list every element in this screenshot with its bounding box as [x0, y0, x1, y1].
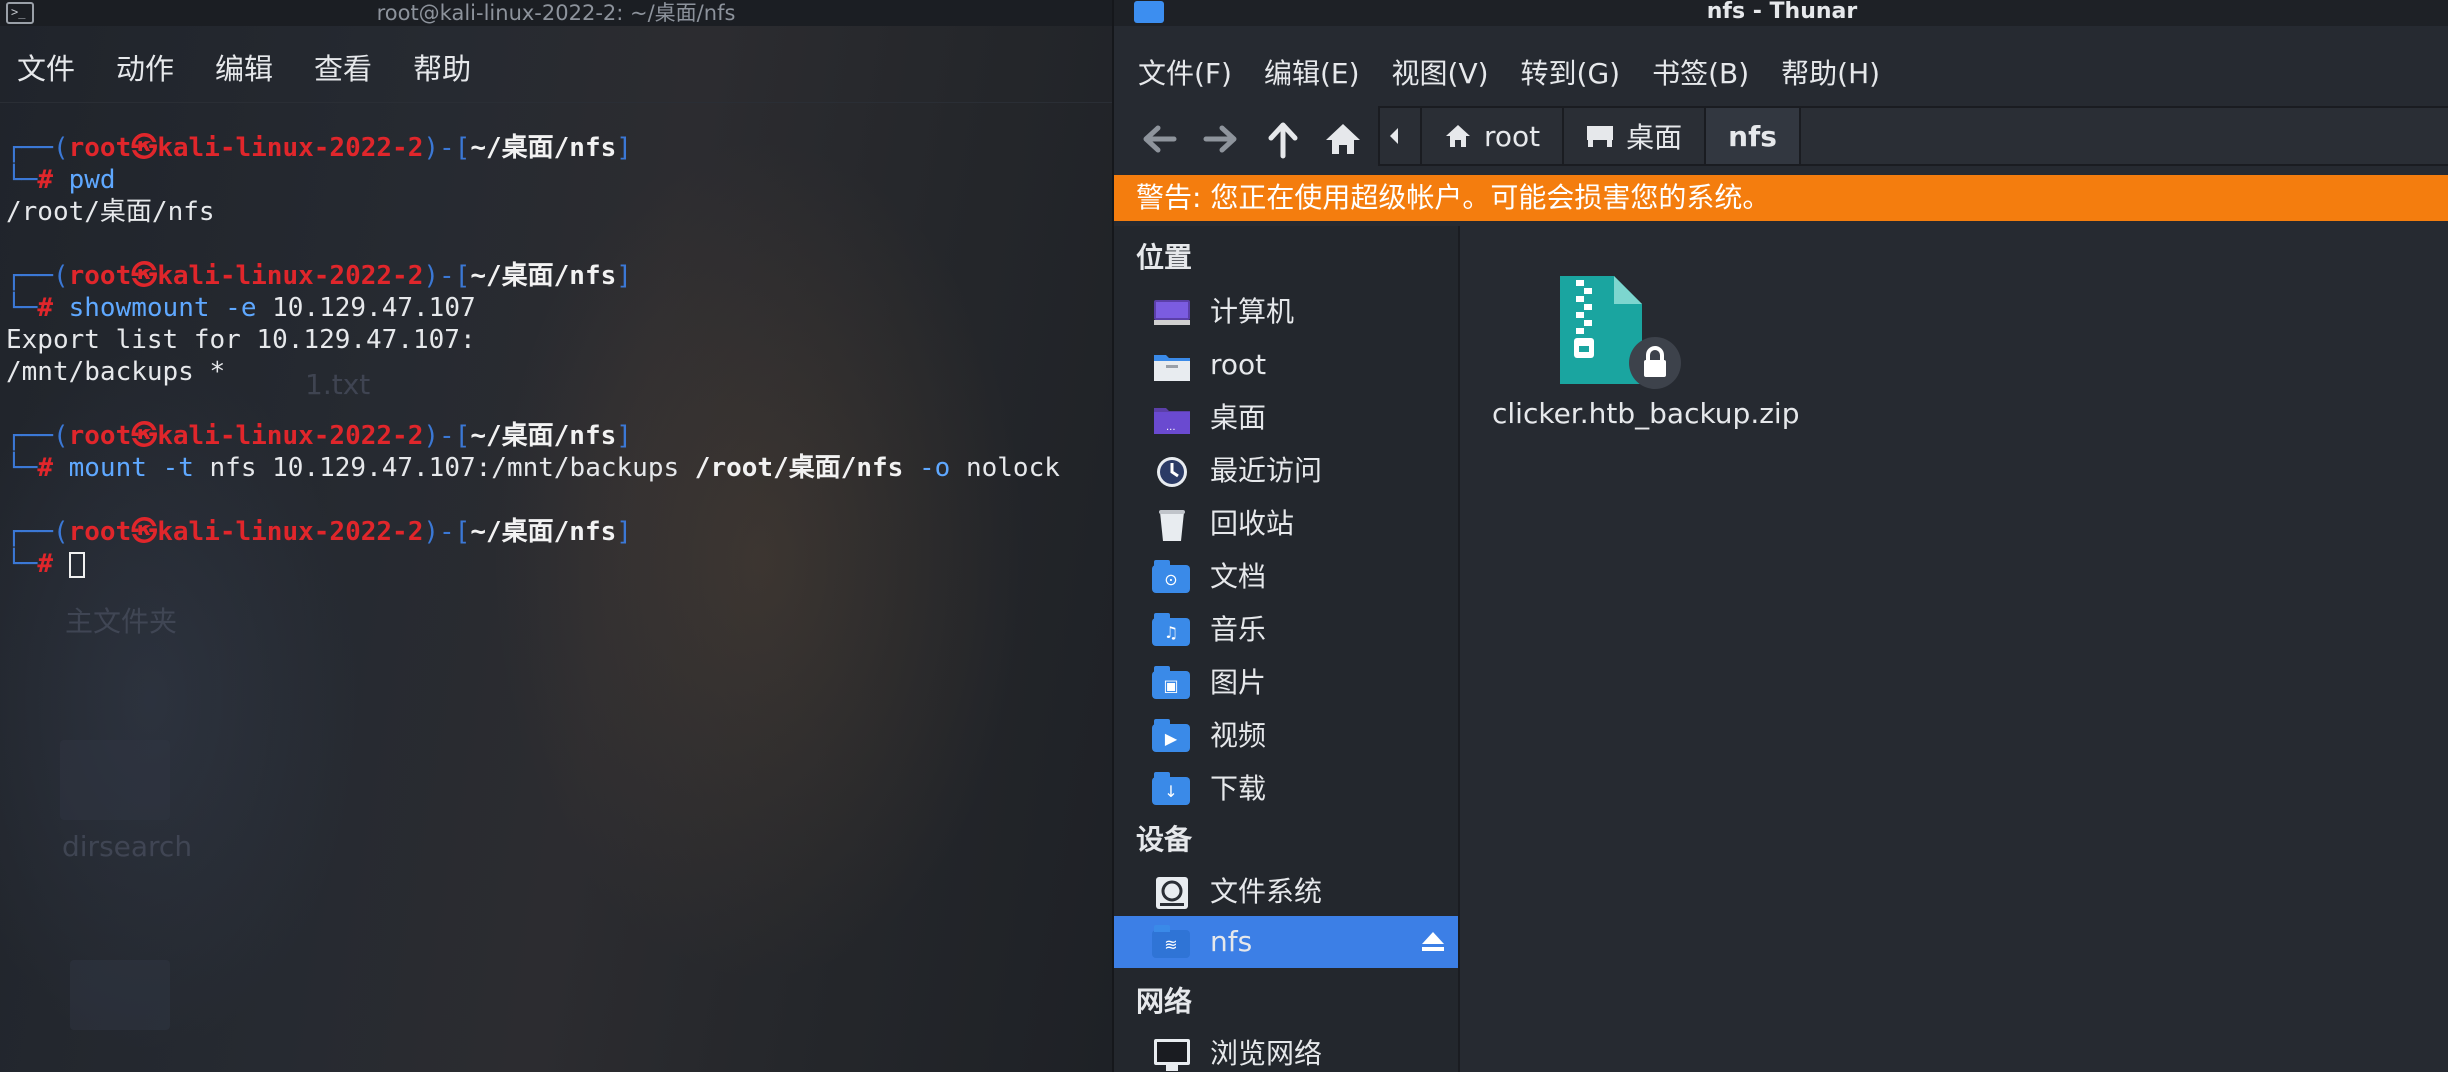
output-line: /mnt/backups * — [6, 357, 226, 387]
pictures-folder-icon: ▣ — [1152, 666, 1190, 699]
svg-text:...: ... — [1166, 422, 1176, 433]
terminal-window[interactable]: 1.txt 主文件夹 dirsearch >_ root@kali-linux-… — [0, 0, 1112, 1072]
sidebar-item-browse-network[interactable]: 浏览网络 — [1114, 1028, 1458, 1072]
menu-help[interactable]: 帮助(H) — [1781, 52, 1880, 92]
sidebar-item-desktop[interactable]: ... 桌面 — [1114, 392, 1458, 444]
path-crumb-root[interactable]: root — [1422, 108, 1565, 164]
chevron-left-icon — [1390, 128, 1398, 144]
home-icon — [1446, 125, 1470, 147]
path-crumb-desktop[interactable]: 桌面 — [1564, 108, 1707, 164]
thunar-window[interactable]: nfs - Thunar 文件(F) 编辑(E) 视图(V) 转到(G) 书签(… — [1112, 0, 2448, 1072]
network-monitor-icon — [1152, 1038, 1192, 1072]
file-name: clicker.htb_backup.zip — [1492, 397, 1800, 430]
command-line: └─# showmount -e 10.129.47.107 — [6, 293, 476, 323]
sidebar-item-trash[interactable]: 回收站 — [1114, 498, 1458, 550]
menu-action[interactable]: 动作 — [116, 46, 174, 88]
sidebar-item-recent[interactable]: 最近访问 — [1114, 445, 1458, 497]
sidebar-section-network: 网络 — [1136, 985, 1193, 1018]
trash-icon — [1152, 508, 1192, 542]
terminal-menubar: 文件 动作 编辑 查看 帮助 — [0, 32, 1112, 103]
path-crumb-nfs[interactable]: nfs — [1706, 108, 1801, 164]
command-line: └─# pwd — [6, 165, 116, 195]
thunar-titlebar[interactable]: nfs - Thunar — [1114, 0, 2448, 26]
videos-folder-icon: ▶ — [1152, 719, 1190, 752]
sidebar-item-filesystem[interactable]: 文件系统 — [1114, 866, 1458, 918]
path-bar: root 桌面 nfs — [1378, 106, 2448, 166]
menu-go[interactable]: 转到(G) — [1521, 52, 1621, 92]
sidebar-item-downloads[interactable]: ↓ 下载 — [1114, 763, 1458, 815]
sidebar-section-places: 位置 — [1136, 241, 1193, 274]
eject-icon[interactable] — [1420, 930, 1446, 954]
sidebar-item-computer[interactable]: 计算机 — [1114, 286, 1458, 338]
menu-edit[interactable]: 编辑(E) — [1264, 52, 1360, 92]
downloads-folder-icon: ↓ — [1152, 772, 1190, 805]
home-folder-icon — [1152, 349, 1192, 383]
lock-icon — [1628, 336, 1682, 390]
path-scroll-left-button[interactable] — [1380, 108, 1422, 164]
back-icon[interactable] — [1136, 116, 1182, 162]
file-item[interactable]: clicker.htb_backup.zip — [1492, 246, 1800, 506]
menu-help[interactable]: 帮助 — [413, 46, 471, 88]
thunar-menubar: 文件(F) 编辑(E) 视图(V) 转到(G) 书签(B) 帮助(H) — [1114, 48, 2448, 96]
sidebar-item-root[interactable]: root — [1114, 339, 1458, 391]
music-folder-icon: ♫ — [1152, 613, 1190, 646]
sidebar-section-devices: 设备 — [1136, 823, 1193, 856]
sidebar-item-documents[interactable]: ⊙ 文档 — [1114, 551, 1458, 603]
command-line: └─# mount -t nfs 10.129.47.107:/mnt/back… — [6, 453, 1060, 483]
sidebar-item-music[interactable]: ♫ 音乐 — [1114, 604, 1458, 656]
file-view[interactable]: clicker.htb_backup.zip — [1462, 226, 2448, 1072]
desktop-icon — [1587, 126, 1614, 147]
sidebar-item-pictures[interactable]: ▣ 图片 — [1114, 657, 1458, 709]
root-warning-banner: 警告: 您正在使用超级帐户。可能会损害您的系统。 — [1114, 175, 2448, 221]
output-line: Export list for 10.129.47.107: — [6, 325, 476, 355]
computer-icon — [1152, 296, 1192, 330]
sidebar-item-videos[interactable]: ▶ 视频 — [1114, 710, 1458, 762]
desktop-folder-icon — [60, 740, 170, 820]
menu-file[interactable]: 文件 — [17, 46, 75, 88]
terminal-output[interactable]: ┌──(root㉿kali-linux-2022-2)-[~/桌面/nfs] └… — [6, 132, 1060, 580]
terminal-title: root@kali-linux-2022-2: ~/桌面/nfs — [376, 1, 736, 25]
menu-view[interactable]: 查看 — [314, 46, 372, 88]
prompt-line: ┌──(root㉿kali-linux-2022-2)-[~/桌面/nfs] — [6, 133, 632, 163]
menu-edit[interactable]: 编辑 — [215, 46, 273, 88]
sidebar-item-nfs[interactable]: ≋ nfs — [1114, 916, 1458, 968]
prompt-line: ┌──(root㉿kali-linux-2022-2)-[~/桌面/nfs] — [6, 421, 632, 451]
desktop-folder-icon: ... — [1152, 402, 1192, 436]
terminal-titlebar[interactable]: >_ root@kali-linux-2022-2: ~/桌面/nfs — [0, 0, 1112, 26]
drive-icon — [1152, 876, 1192, 910]
prompt-line: ┌──(root㉿kali-linux-2022-2)-[~/桌面/nfs] — [6, 517, 632, 547]
recent-clock-icon — [1152, 455, 1192, 489]
command-line[interactable]: └─# — [6, 548, 1060, 580]
documents-folder-icon: ⊙ — [1152, 560, 1190, 593]
network-folder-icon: ≋ — [1152, 925, 1190, 958]
desktop-label: 主文件夹 — [65, 605, 178, 638]
menu-file[interactable]: 文件(F) — [1138, 52, 1232, 92]
home-icon[interactable] — [1320, 116, 1366, 162]
desktop-folder-icon — [70, 960, 170, 1030]
desktop-label: dirsearch — [62, 830, 193, 863]
sidebar: 位置 计算机 root ... 桌面 最近访问 回收站 ⊙ 文档 ♫ 音乐 ▣ … — [1114, 226, 1460, 1072]
menu-view[interactable]: 视图(V) — [1392, 52, 1489, 92]
thunar-title: nfs - Thunar — [1706, 0, 1858, 24]
forward-icon[interactable] — [1198, 116, 1244, 162]
menu-bookmarks[interactable]: 书签(B) — [1652, 52, 1749, 92]
prompt-line: ┌──(root㉿kali-linux-2022-2)-[~/桌面/nfs] — [6, 261, 632, 291]
terminal-cursor — [68, 551, 85, 578]
up-icon[interactable] — [1260, 116, 1306, 162]
output-line: /root/桌面/nfs — [6, 197, 215, 227]
